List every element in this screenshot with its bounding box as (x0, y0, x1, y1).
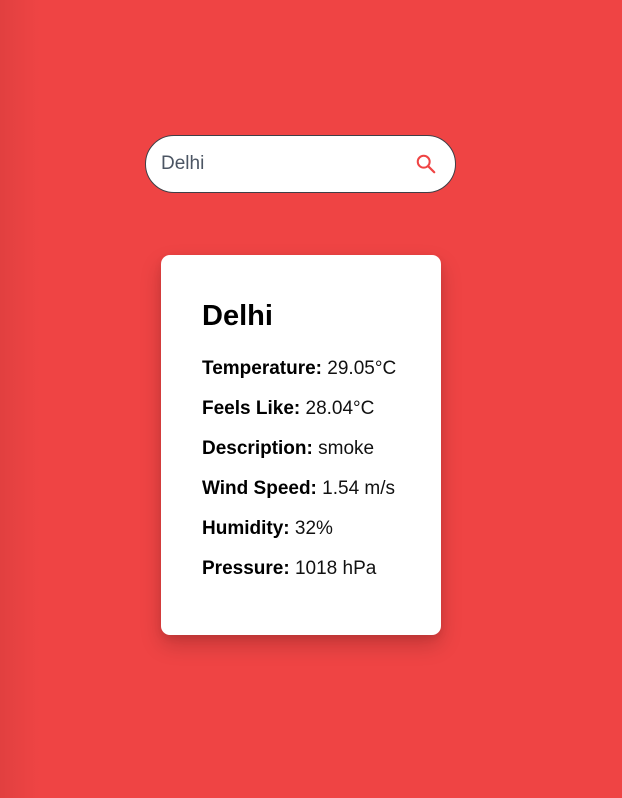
pressure-label: Pressure: (202, 558, 290, 579)
description-row: Description: smoke (202, 437, 401, 461)
search-input[interactable] (161, 149, 406, 179)
feels-like-row: Feels Like: 28.04°C (202, 397, 401, 421)
search-button[interactable] (406, 144, 445, 184)
feels-like-value: 28.04°C (305, 398, 375, 419)
wind-speed-value: 1.54 m/s (322, 478, 396, 499)
temperature-label: Temperature: (202, 358, 323, 379)
pressure-value: 1018 hPa (294, 558, 377, 579)
temperature-row: Temperature: 29.05°C (202, 357, 401, 381)
city-name: Delhi (202, 300, 273, 332)
search-bar (145, 135, 456, 193)
description-label: Description: (202, 438, 313, 459)
humidity-value: 32% (294, 518, 333, 539)
wind-speed-row: Wind Speed: 1.54 m/s (202, 477, 401, 501)
search-icon (416, 154, 435, 174)
wind-speed-label: Wind Speed: (202, 478, 317, 499)
background-shade (0, 0, 40, 798)
description-value: smoke (318, 438, 375, 459)
pressure-row: Pressure: 1018 hPa (202, 557, 401, 581)
weather-card: Delhi Temperature: 29.05°C Feels Like: 2… (161, 255, 441, 635)
temperature-value: 29.05°C (327, 358, 397, 379)
weather-details: Temperature: 29.05°C Feels Like: 28.04°C… (202, 357, 401, 581)
humidity-label: Humidity: (202, 518, 290, 539)
feels-like-label: Feels Like: (202, 398, 301, 419)
humidity-row: Humidity: 32% (202, 517, 401, 541)
